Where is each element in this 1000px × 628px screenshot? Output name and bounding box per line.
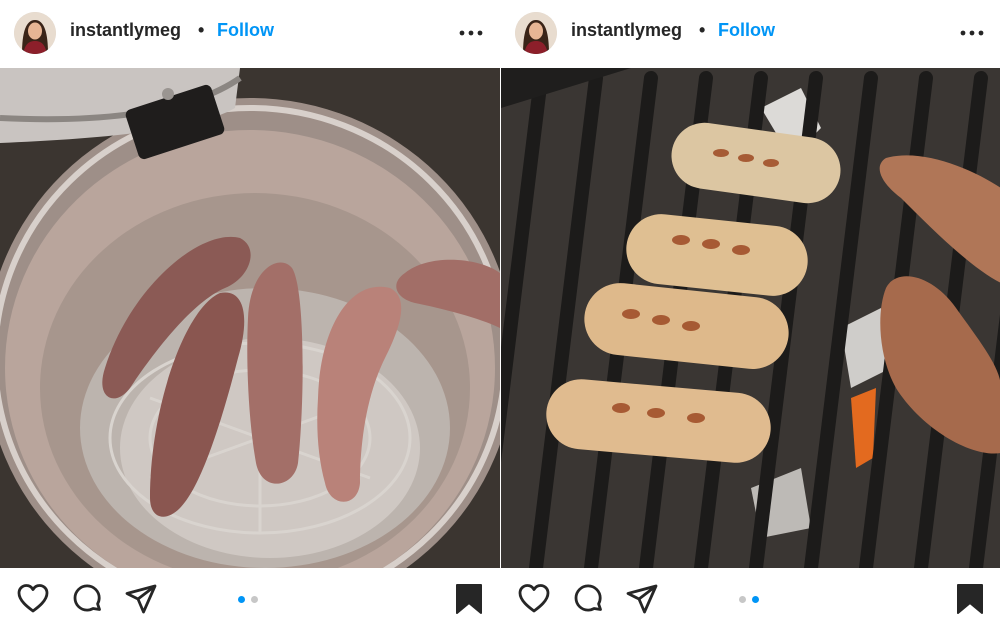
username[interactable]: instantlymeg (571, 20, 682, 41)
comment-icon[interactable] (571, 582, 605, 616)
share-icon[interactable] (625, 582, 659, 616)
post-image[interactable] (0, 68, 500, 568)
avatar[interactable] (14, 12, 56, 54)
comment-icon[interactable] (70, 582, 104, 616)
post-image[interactable] (501, 68, 1000, 568)
carousel-dot (752, 596, 759, 603)
heart-icon[interactable] (517, 582, 551, 616)
carousel-dot (739, 596, 746, 603)
post-1: instantlymeg • Follow (0, 0, 500, 628)
follow-button[interactable]: Follow (217, 20, 274, 41)
separator-dot: • (198, 20, 205, 40)
post-2: instantlymeg • Follow (500, 0, 1000, 628)
username[interactable]: instantlymeg (70, 20, 181, 41)
carousel-dot (238, 596, 245, 603)
share-icon[interactable] (124, 582, 158, 616)
carousel-indicator (238, 596, 264, 604)
follow-button[interactable]: Follow (718, 20, 775, 41)
heart-icon[interactable] (16, 582, 50, 616)
separator-dot: • (699, 20, 706, 40)
bookmark-icon[interactable] (452, 582, 486, 616)
avatar[interactable] (515, 12, 557, 54)
carousel-dot (251, 596, 258, 603)
bookmark-icon[interactable] (953, 582, 987, 616)
more-icon[interactable] (458, 24, 484, 42)
post-header: instantlymeg • Follow (0, 0, 500, 68)
post-header: instantlymeg • Follow (501, 0, 1000, 68)
more-icon[interactable] (959, 24, 985, 42)
carousel-indicator (739, 596, 765, 604)
instagram-posts: instantlymeg • Follow instantlymeg • Fol… (0, 0, 1000, 628)
